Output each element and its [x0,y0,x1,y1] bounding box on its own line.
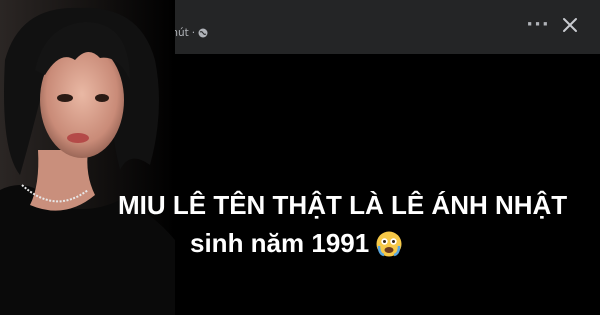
subline: sinh năm 1991 [190,228,403,259]
flushed-face-emoji [376,231,402,256]
post-viewer: hố 15 phút · ··· [0,0,600,315]
close-button[interactable] [557,12,583,38]
subline-text: sinh năm 1991 [190,228,370,258]
more-options-button[interactable]: ··· [525,12,551,38]
headline-text: MIU LÊ TÊN THẬT LÀ LÊ ÁNH NHẬT [118,190,568,220]
globe-icon [198,28,208,38]
more-horizontal-icon: ··· [526,14,550,35]
close-icon [563,18,577,32]
portrait-photo [0,0,175,315]
meta-separator: · [191,27,196,39]
